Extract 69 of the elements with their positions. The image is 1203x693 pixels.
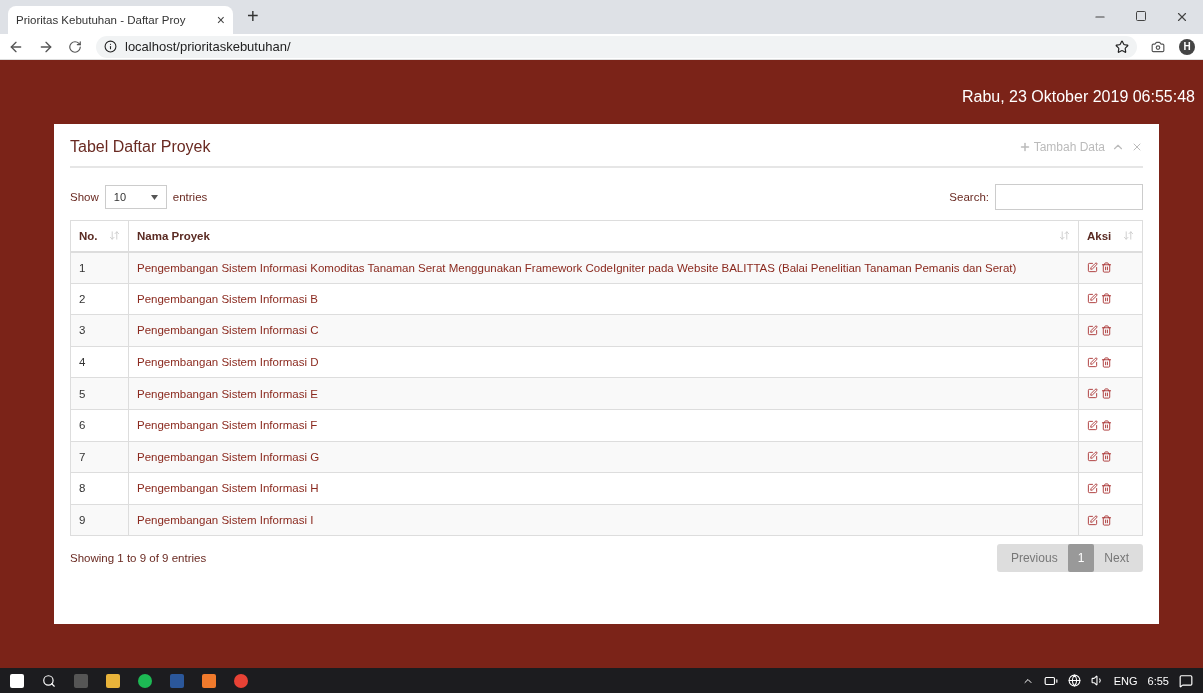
search-label: Search: [949,191,989,203]
panel-title: Tabel Daftar Proyek [70,138,211,156]
edit-icon[interactable] [1087,419,1098,431]
delete-icon[interactable] [1101,419,1112,431]
info-icon[interactable] [104,40,117,53]
delete-icon[interactable] [1101,262,1112,274]
column-header[interactable]: No. [79,229,98,242]
table-cell: Pengembangan Sistem Informasi H [128,472,1079,505]
table-cell: Pengembangan Sistem Informasi D [128,346,1079,378]
table-cell: 2 [70,283,129,315]
date-time: Rabu, 23 Oktober 2019 06:55:48 [961,87,1195,107]
table-cell: Pengembangan Sistem Informasi E [128,377,1079,410]
search-field[interactable] [995,184,1143,210]
delete-icon[interactable] [1101,514,1112,526]
table-cell: 5 [70,377,129,410]
table-cell: Pengembangan Sistem Informasi Komoditas Tanaman Serat Menggunakan Framework CodeIgniter pada Website BALITTAS (Balai Penelitian Tanaman Pemanis dan Serat) [128,251,1079,284]
table-cell: 1 [70,251,129,284]
browser-tab[interactable]: Prioritas Kebutuhan - Daftar Proy × [8,6,233,34]
column-header[interactable]: Aksi [1087,229,1112,242]
table-cell: 6 [70,409,129,442]
search-icon[interactable] [42,673,56,688]
close-icon[interactable] [1175,10,1189,24]
table-cell: 4 [70,346,129,378]
tab-title: Prioritas Kebutuhan - Daftar Proy [16,14,187,26]
star-icon[interactable] [1115,39,1129,54]
caret-icon [150,194,158,200]
clock[interactable]: 6:55 [1147,674,1169,687]
reload-icon[interactable] [68,39,82,54]
table-cell: 8 [70,472,129,505]
url-text: localhost/prioritaskebutuhan/ [125,39,291,54]
edit-icon[interactable] [1087,514,1098,526]
notification-icon[interactable] [1179,673,1193,688]
entries-select[interactable]: 10 [104,185,167,209]
table-info: Showing 1 to 9 of 9 entries [70,552,207,565]
table-cell: Pengembangan Sistem Informasi C [128,314,1079,347]
column-header[interactable]: Nama Proyek [137,229,210,242]
table-cell: 7 [70,441,129,473]
show-label: Show [70,191,99,203]
app-icon[interactable] [202,673,216,688]
edit-icon[interactable] [1087,293,1098,305]
delete-icon[interactable] [1101,356,1112,368]
edit-icon[interactable] [1087,388,1098,400]
edit-icon[interactable] [1087,356,1098,368]
new-tab-button[interactable]: + [247,5,259,28]
edit-icon[interactable] [1087,451,1098,463]
delete-icon[interactable] [1101,388,1112,400]
network-icon[interactable] [1067,674,1081,687]
edit-icon[interactable] [1087,262,1098,274]
address-bar[interactable]: localhost/prioritaskebutuhan/ [96,35,1137,58]
profile-avatar[interactable]: H [1179,38,1195,55]
table-cell: Pengembangan Sistem Informasi F [128,409,1079,442]
plus-icon [1018,141,1031,153]
camera-icon[interactable] [1151,39,1165,54]
delete-icon[interactable] [1101,293,1112,305]
delete-icon[interactable] [1101,451,1112,463]
language-indicator[interactable]: ENG [1113,674,1138,687]
table-cell: 3 [70,314,129,347]
table-cell: Pengembangan Sistem Informasi B [128,283,1079,315]
entries-label: entries [172,191,208,203]
volume-icon[interactable] [1090,674,1104,687]
table-cell: Pengembangan Sistem Informasi I [128,504,1079,536]
table-cell: 9 [70,504,129,536]
delete-icon[interactable] [1101,482,1112,494]
edit-icon[interactable] [1087,325,1098,336]
maximize-icon[interactable] [1135,10,1147,22]
delete-icon[interactable] [1101,325,1112,336]
table-cell: Pengembangan Sistem Informasi G [128,441,1079,473]
edit-icon[interactable] [1087,482,1098,494]
tab-close-button[interactable]: × [216,12,225,28]
